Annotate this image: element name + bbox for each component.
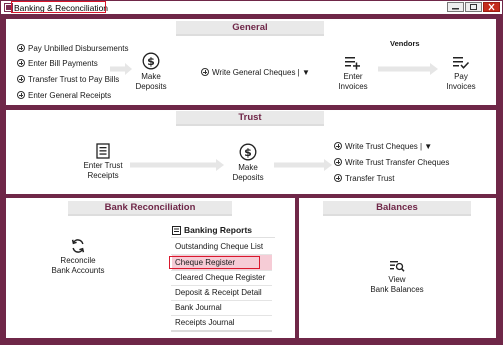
pay-unbilled-disbursements-link[interactable]: Pay Unbilled Disbursements bbox=[17, 43, 129, 54]
view-bank-balances-button[interactable]: View Bank Balances bbox=[361, 260, 433, 294]
general-panel: General Pay Unbilled Disbursements Enter… bbox=[6, 19, 496, 105]
link-label: Write Trust Cheques | ▼ bbox=[345, 142, 433, 151]
reconcile-bank-accounts-label: Reconcile Bank Accounts bbox=[51, 256, 105, 275]
enter-general-receipts-link[interactable]: Enter General Receipts bbox=[17, 90, 111, 101]
trust-make-deposits-button[interactable]: $ Make Deposits bbox=[226, 143, 270, 182]
reconcile-bank-accounts-button[interactable]: Reconcile Bank Accounts bbox=[48, 238, 108, 275]
svg-text:$: $ bbox=[244, 146, 252, 159]
pay-invoices-button[interactable]: Pay Invoices bbox=[440, 55, 482, 91]
maximize-button[interactable] bbox=[465, 2, 482, 12]
plus-circle-icon bbox=[17, 44, 25, 52]
trust-panel: Trust Enter Trust Receipts $ Make Deposi… bbox=[6, 110, 496, 194]
minimize-icon bbox=[452, 8, 459, 10]
report-outstanding-cheque-list[interactable]: Outstanding Cheque List bbox=[172, 239, 272, 254]
enter-trust-receipts-label: Enter Trust Receipts bbox=[83, 161, 123, 180]
refresh-arrows-icon bbox=[71, 239, 85, 253]
write-trust-cheques-link[interactable]: Write Trust Cheques | ▼ bbox=[334, 141, 432, 152]
plus-circle-icon bbox=[334, 142, 342, 150]
list-check-icon bbox=[453, 57, 470, 69]
banking-reports-divider bbox=[171, 237, 275, 238]
arrow-icon bbox=[378, 63, 438, 75]
close-icon bbox=[488, 3, 495, 11]
dollar-circle-icon: $ bbox=[239, 143, 257, 161]
general-header: General bbox=[176, 21, 324, 34]
arrow-icon bbox=[130, 159, 224, 171]
pay-invoices-label: Pay Invoices bbox=[446, 72, 476, 91]
dollar-circle-icon: $ bbox=[142, 52, 160, 70]
svg-text:$: $ bbox=[147, 55, 155, 68]
enter-invoices-label: Enter Invoices bbox=[338, 72, 368, 91]
list-search-icon bbox=[390, 261, 405, 272]
write-general-cheques-link[interactable]: Write General Cheques | ▼ bbox=[201, 67, 310, 78]
bank-reconciliation-header: Bank Reconciliation bbox=[68, 201, 232, 214]
write-trust-transfer-cheques-link[interactable]: Write Trust Transfer Cheques bbox=[334, 157, 449, 168]
link-label: Enter Bill Payments bbox=[28, 59, 98, 68]
enter-bill-payments-link[interactable]: Enter Bill Payments bbox=[17, 58, 98, 69]
transfer-trust-link[interactable]: Transfer Trust bbox=[334, 173, 395, 184]
plus-circle-icon bbox=[17, 59, 25, 67]
title-bar[interactable]: Banking & Reconciliation bbox=[1, 1, 502, 14]
transfer-trust-to-pay-bills-link[interactable]: Transfer Trust to Pay Bills bbox=[17, 74, 119, 85]
receipt-icon bbox=[96, 143, 110, 159]
general-header-underline bbox=[176, 34, 324, 36]
link-label: Transfer Trust to Pay Bills bbox=[28, 75, 120, 84]
balances-header-underline bbox=[323, 214, 471, 216]
report-icon bbox=[172, 226, 181, 235]
plus-circle-icon bbox=[334, 158, 342, 166]
banking-reconciliation-window: Banking & Reconciliation General Pay Unb… bbox=[0, 0, 503, 345]
maximize-icon bbox=[470, 4, 477, 10]
trust-header: Trust bbox=[176, 111, 324, 124]
plus-circle-icon bbox=[17, 91, 25, 99]
minimize-button[interactable] bbox=[447, 2, 464, 12]
balances-panel: Balances View Bank Balances bbox=[299, 198, 496, 338]
view-bank-balances-label: View Bank Balances bbox=[370, 275, 424, 294]
title-highlight-box bbox=[11, 1, 106, 13]
make-deposits-button[interactable]: $ Make Deposits bbox=[130, 52, 172, 91]
vendors-label: Vendors bbox=[390, 39, 420, 48]
balances-header: Balances bbox=[323, 201, 471, 214]
link-label: Pay Unbilled Disbursements bbox=[28, 44, 129, 53]
plus-circle-icon bbox=[201, 68, 209, 76]
report-bank-journal[interactable]: Bank Journal bbox=[172, 300, 272, 315]
close-button[interactable] bbox=[483, 2, 500, 12]
bank-reconciliation-header-underline bbox=[68, 214, 232, 216]
link-label: Write Trust Transfer Cheques bbox=[345, 158, 450, 167]
make-deposits-label: Make Deposits bbox=[135, 72, 167, 91]
report-receipts-journal[interactable]: Receipts Journal bbox=[172, 315, 272, 330]
report-cleared-cheque-register[interactable]: Cleared Cheque Register bbox=[172, 270, 272, 285]
report-deposit-receipt-detail[interactable]: Deposit & Receipt Detail bbox=[172, 285, 272, 300]
link-label: Enter General Receipts bbox=[28, 91, 112, 100]
report-separator bbox=[171, 330, 272, 332]
list-plus-icon bbox=[345, 57, 360, 70]
link-label: Write General Cheques | ▼ bbox=[212, 68, 310, 77]
plus-circle-icon bbox=[334, 174, 342, 182]
cheque-register-highlight-box bbox=[169, 256, 260, 269]
arrow-icon bbox=[274, 159, 332, 171]
trust-header-underline bbox=[176, 124, 324, 126]
enter-trust-receipts-button[interactable]: Enter Trust Receipts bbox=[79, 143, 127, 180]
trust-make-deposits-label: Make Deposits bbox=[232, 163, 264, 182]
banking-reports-title: Banking Reports bbox=[184, 225, 253, 235]
link-label: Transfer Trust bbox=[345, 174, 395, 183]
plus-circle-icon bbox=[17, 75, 25, 83]
enter-invoices-button[interactable]: Enter Invoices bbox=[332, 55, 374, 91]
arrow-icon bbox=[110, 63, 132, 75]
